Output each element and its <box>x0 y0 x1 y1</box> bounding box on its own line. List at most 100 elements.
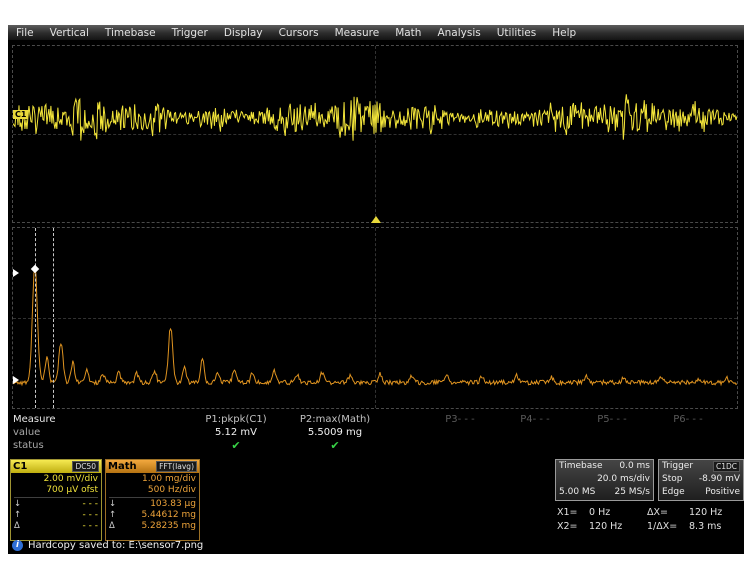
menu-timebase[interactable]: Timebase <box>97 27 164 39</box>
cursor-down-icon: ↓ <box>14 499 21 510</box>
dx-label: ΔX= <box>647 506 689 520</box>
c1-cursor-row: ↓ - - - <box>14 499 98 510</box>
cursor-level-marker <box>13 376 19 384</box>
channel-waveform-panel: C1 <box>12 45 738 223</box>
status-message-bar: i Hardcopy saved to: E:\sensor7.png <box>12 538 203 553</box>
x2-cursor-line[interactable] <box>53 228 54 408</box>
invdx-value: 8.3 ms <box>689 520 743 534</box>
check-icon: ✔ <box>186 439 286 452</box>
c1-cursor-row: Δ - - - <box>14 521 98 532</box>
c1-cursor-delta-value: - - - <box>83 521 98 532</box>
menu-cursors[interactable]: Cursors <box>271 27 327 39</box>
c1-cursor1-value: - - - <box>83 499 98 510</box>
math-cursor-row: ↑ 5.44612 mg <box>109 510 196 521</box>
math-function-badge: FFT(Iavg) <box>156 461 197 472</box>
timebase-scale-row: 20.0 ms/div <box>559 473 650 486</box>
trigger-header-row: Trigger C1DC <box>662 460 740 473</box>
measure-table: Measure value status P1:pkpk(C1) 5.12 mV… <box>8 413 744 457</box>
timebase-sampling-row: 5.00 MS 25 MS/s <box>559 486 650 499</box>
status-message: Hardcopy saved to: E:\sensor7.png <box>28 540 203 551</box>
c1-box-body: 2.00 mV/div 700 μV ofst ↓ - - - ↑ - - - … <box>11 473 101 532</box>
timebase-rate: 25 MS/s <box>614 486 650 499</box>
menu-bar: File Vertical Timebase Trigger Display C… <box>8 25 744 41</box>
c1-noise-trace <box>13 46 737 222</box>
timebase-header-row: Timebase 0.0 ms <box>559 460 650 473</box>
cursor-readout-row1: X1= 0 Hz ΔX= 120 Hz <box>557 506 743 520</box>
divider <box>109 497 196 498</box>
delta-icon: Δ <box>109 521 115 532</box>
cursor-readout: X1= 0 Hz ΔX= 120 Hz X2= 120 Hz 1/ΔX= 8.3… <box>557 506 743 534</box>
delta-icon: Δ <box>14 521 20 532</box>
p1-label: P1:pkpk(C1) <box>186 413 286 426</box>
menu-trigger[interactable]: Trigger <box>164 27 216 39</box>
fft-math-panel <box>12 227 738 409</box>
menu-vertical[interactable]: Vertical <box>42 27 97 39</box>
p6-status <box>638 439 738 452</box>
info-icon: i <box>12 540 23 551</box>
timebase-box[interactable]: Timebase 0.0 ms 20.0 ms/div 5.00 MS 25 M… <box>555 459 654 501</box>
math-cursor-delta-value: 5.28235 mg <box>141 521 196 532</box>
measure-p2[interactable]: P2:max(Math) 5.5009 mg ✔ <box>285 413 385 452</box>
menu-display[interactable]: Display <box>216 27 271 39</box>
c1-offset: 700 μV ofst <box>14 485 98 496</box>
trigger-type: Edge <box>662 486 685 499</box>
p6-value <box>638 426 738 439</box>
trigger-level: -8.90 mV <box>699 473 740 486</box>
menu-file[interactable]: File <box>8 27 42 39</box>
p1-value: 5.12 mV <box>186 426 286 439</box>
measure-p6[interactable]: P6- - - <box>638 413 738 452</box>
menu-analysis[interactable]: Analysis <box>429 27 488 39</box>
math-horizontal-scale: 500 Hz/div <box>109 485 196 496</box>
c1-coupling-badge: DC50 <box>72 461 99 472</box>
fft-trace <box>13 228 737 408</box>
cursor-level-marker <box>13 269 19 277</box>
trigger-position-marker[interactable] <box>371 216 381 223</box>
divider <box>14 497 98 498</box>
x1-value: 0 Hz <box>589 506 647 520</box>
trigger-source-badge: C1DC <box>713 461 740 472</box>
x1-label: X1= <box>557 506 589 520</box>
math-cursor1-value: 103.83 μg <box>150 499 196 510</box>
c1-vertical-scale: 2.00 mV/div <box>14 474 98 485</box>
timebase-scale: 20.0 ms/div <box>597 473 650 486</box>
check-icon: ✔ <box>285 439 385 452</box>
c1-trace-label: C1 <box>13 110 28 119</box>
math-box-header: Math FFT(Iavg) <box>106 460 199 473</box>
cursor-up-icon: ↑ <box>14 510 21 521</box>
c1-cursor-row: ↑ - - - <box>14 510 98 521</box>
menu-utilities[interactable]: Utilities <box>489 27 545 39</box>
math-descriptor-box[interactable]: Math FFT(Iavg) 1.00 mg/div 500 Hz/div ↓ … <box>105 459 200 541</box>
math-cursor-row: ↓ 103.83 μg <box>109 499 196 510</box>
timebase-samples: 5.00 MS <box>559 486 595 499</box>
c1-box-header: C1 DC50 <box>11 460 101 473</box>
oscilloscope-screen: File Vertical Timebase Trigger Display C… <box>8 25 744 554</box>
math-cursor-row: Δ 5.28235 mg <box>109 521 196 532</box>
measure-row-value: value <box>13 426 40 439</box>
trigger-box[interactable]: Trigger C1DC Stop -8.90 mV Edge Positive <box>658 459 744 501</box>
p2-label: P2:max(Math) <box>285 413 385 426</box>
c1-cursor2-value: - - - <box>83 510 98 521</box>
cursor-down-icon: ↓ <box>109 499 116 510</box>
timebase-delay: 0.0 ms <box>619 460 650 473</box>
math-box-body: 1.00 mg/div 500 Hz/div ↓ 103.83 μg ↑ 5.4… <box>106 473 199 532</box>
menu-measure[interactable]: Measure <box>327 27 388 39</box>
trigger-title: Trigger <box>662 460 693 473</box>
c1-descriptor-box[interactable]: C1 DC50 2.00 mV/div 700 μV ofst ↓ - - - … <box>10 459 102 541</box>
math-box-title: Math <box>108 461 137 472</box>
timebase-title: Timebase <box>559 460 602 473</box>
measure-row-status: status <box>13 439 44 452</box>
trigger-slope: Positive <box>705 486 740 499</box>
menu-math[interactable]: Math <box>387 27 429 39</box>
invdx-label: 1/ΔX= <box>647 520 689 534</box>
dx-value: 120 Hz <box>689 506 743 520</box>
measure-p1[interactable]: P1:pkpk(C1) 5.12 mV ✔ <box>186 413 286 452</box>
cursor-up-icon: ↑ <box>109 510 116 521</box>
trigger-mode-row: Stop -8.90 mV <box>662 473 740 486</box>
trigger-type-row: Edge Positive <box>662 486 740 499</box>
measure-row-title: Measure <box>13 413 56 426</box>
math-cursor2-value: 5.44612 mg <box>141 510 196 521</box>
x2-value: 120 Hz <box>589 520 647 534</box>
menu-help[interactable]: Help <box>544 27 584 39</box>
math-vertical-scale: 1.00 mg/div <box>109 474 196 485</box>
x1-cursor-line[interactable] <box>35 228 36 408</box>
